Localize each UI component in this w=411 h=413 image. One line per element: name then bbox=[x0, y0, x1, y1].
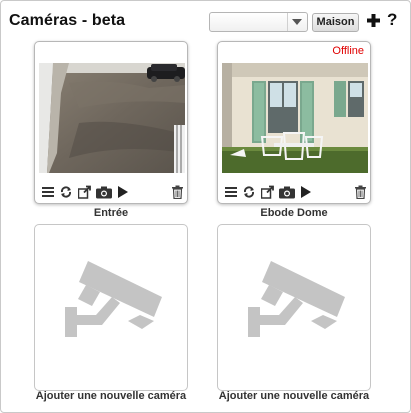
snapshot-icon[interactable] bbox=[279, 185, 295, 199]
location-button[interactable]: Maison bbox=[312, 13, 359, 32]
camera-card-entree bbox=[34, 41, 188, 204]
offline-status: Offline bbox=[332, 45, 364, 57]
add-camera-label[interactable]: Ajouter une nouvelle caméra bbox=[31, 390, 191, 402]
camera-feed-image[interactable] bbox=[39, 63, 185, 173]
add-camera-slot[interactable] bbox=[34, 224, 188, 391]
list-icon[interactable] bbox=[42, 185, 54, 199]
cameras-widget: Caméras - beta Maison ? Entrée Offline E… bbox=[0, 0, 411, 413]
camera-name: Ebode Dome bbox=[260, 207, 328, 219]
camera-name: Entrée bbox=[93, 207, 129, 219]
camera-card-ebode-dome: Offline bbox=[217, 41, 371, 204]
camera-feed-image[interactable] bbox=[222, 63, 368, 173]
help-icon[interactable]: ? bbox=[387, 10, 397, 30]
play-icon[interactable] bbox=[301, 185, 311, 199]
popout-icon[interactable] bbox=[261, 185, 274, 199]
widget-title: Caméras - beta bbox=[9, 12, 126, 29]
camera-placeholder-icon bbox=[248, 261, 345, 337]
camera-toolbar bbox=[223, 185, 367, 199]
camera-placeholder-icon bbox=[65, 261, 162, 337]
trash-icon[interactable] bbox=[355, 185, 366, 199]
chevron-down-icon bbox=[292, 19, 302, 25]
add-camera-slot[interactable] bbox=[217, 224, 371, 391]
plus-icon[interactable] bbox=[367, 14, 380, 27]
snapshot-icon[interactable] bbox=[96, 185, 112, 199]
refresh-icon[interactable] bbox=[243, 185, 255, 199]
add-camera-label[interactable]: Ajouter une nouvelle caméra bbox=[214, 390, 374, 402]
list-icon[interactable] bbox=[225, 185, 237, 199]
popout-icon[interactable] bbox=[78, 185, 91, 199]
camera-toolbar bbox=[40, 185, 184, 199]
location-select[interactable] bbox=[209, 12, 308, 32]
select-arrow-box[interactable] bbox=[287, 13, 307, 31]
trash-icon[interactable] bbox=[172, 185, 183, 199]
refresh-icon[interactable] bbox=[60, 185, 72, 199]
play-icon[interactable] bbox=[118, 185, 128, 199]
